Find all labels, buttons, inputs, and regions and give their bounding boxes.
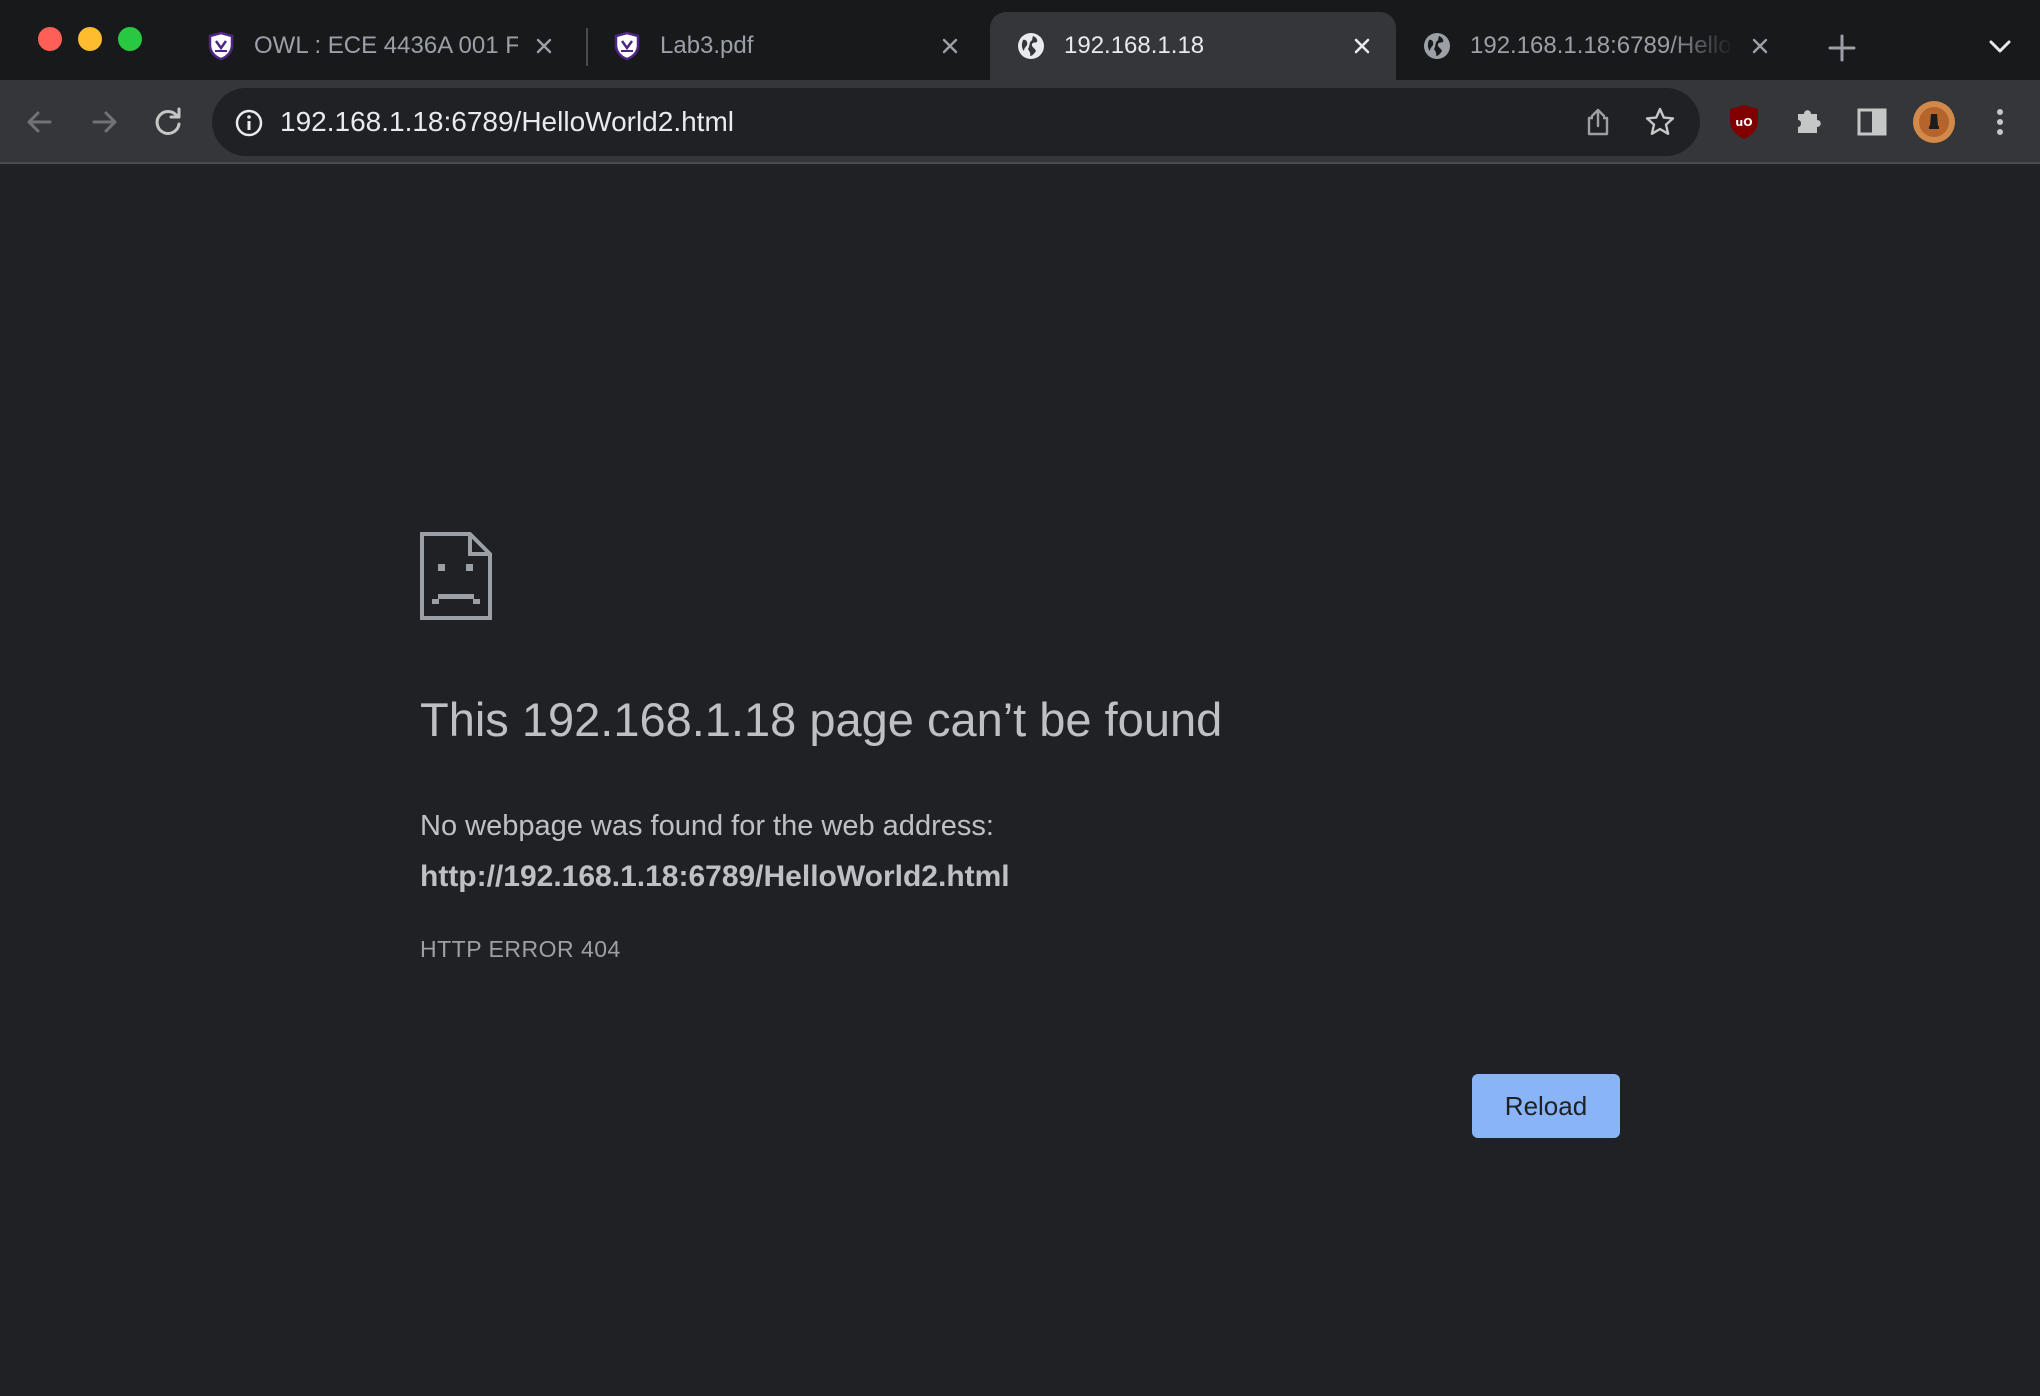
globe-icon [1424, 33, 1450, 59]
ublock-icon[interactable]: uO [1722, 100, 1766, 144]
menu-icon[interactable] [1978, 100, 2022, 144]
extensions-icon[interactable] [1786, 100, 1830, 144]
shield-icon [208, 31, 234, 61]
browser-toolbar: 192.168.1.18:6789/HelloWorld2.html uO [0, 80, 2040, 164]
back-icon[interactable] [18, 100, 62, 144]
error-code: HTTP ERROR 404 [420, 936, 621, 962]
globe-icon [1018, 33, 1044, 59]
tab-owl[interactable]: OWL : ECE 4436A 001 F [180, 12, 578, 80]
tab-strip: OWL : ECE 4436A 001 F Lab3.pdf 192.168.1… [0, 0, 2040, 80]
close-icon[interactable] [1348, 32, 1376, 60]
side-panel-icon[interactable] [1850, 100, 1894, 144]
reload-button[interactable]: Reload [1472, 1074, 1620, 1138]
profile-avatar[interactable] [1912, 100, 1956, 144]
close-window-button[interactable] [38, 27, 62, 51]
close-icon[interactable] [530, 32, 558, 60]
svg-text:uO: uO [1735, 116, 1752, 129]
tab-lab3-pdf[interactable]: Lab3.pdf [586, 12, 984, 80]
address-bar[interactable]: 192.168.1.18:6789/HelloWorld2.html [212, 88, 1700, 156]
forward-icon[interactable] [82, 100, 126, 144]
error-url: http://192.168.1.18:6789/HelloWorld2.htm… [420, 860, 1010, 893]
new-tab-button[interactable] [1822, 28, 1862, 68]
tab-192-168-1-18-helloworld[interactable]: 192.168.1.18:6789/Hello [1396, 12, 1794, 80]
tab-title: 192.168.1.18 [1064, 32, 1205, 59]
close-icon[interactable] [1746, 32, 1774, 60]
zoom-window-button[interactable] [118, 27, 142, 51]
tab-search-chevron-down-icon[interactable] [1984, 30, 2016, 62]
shield-icon [614, 31, 640, 61]
url-text[interactable]: 192.168.1.18:6789/HelloWorld2.html [280, 88, 734, 156]
error-heading: This 192.168.1.18 page can’t be found [420, 693, 1223, 746]
tab-title: Lab3.pdf [660, 32, 754, 59]
info-icon[interactable] [234, 108, 264, 138]
sad-page-icon [420, 532, 492, 620]
error-page: This 192.168.1.18 page can’t be found No… [0, 166, 2040, 1396]
reload-icon[interactable] [146, 100, 190, 144]
tab-title: OWL : ECE 4436A 001 F [254, 32, 518, 59]
minimize-window-button[interactable] [78, 27, 102, 51]
star-icon[interactable] [1644, 106, 1676, 138]
share-icon[interactable] [1582, 106, 1614, 138]
tab-title: 192.168.1.18:6789/Hello [1470, 32, 1732, 59]
tab-active-192-168-1-18[interactable]: 192.168.1.18 [990, 12, 1396, 80]
error-description: No webpage was found for the web address… [420, 810, 994, 842]
close-icon[interactable] [936, 32, 964, 60]
